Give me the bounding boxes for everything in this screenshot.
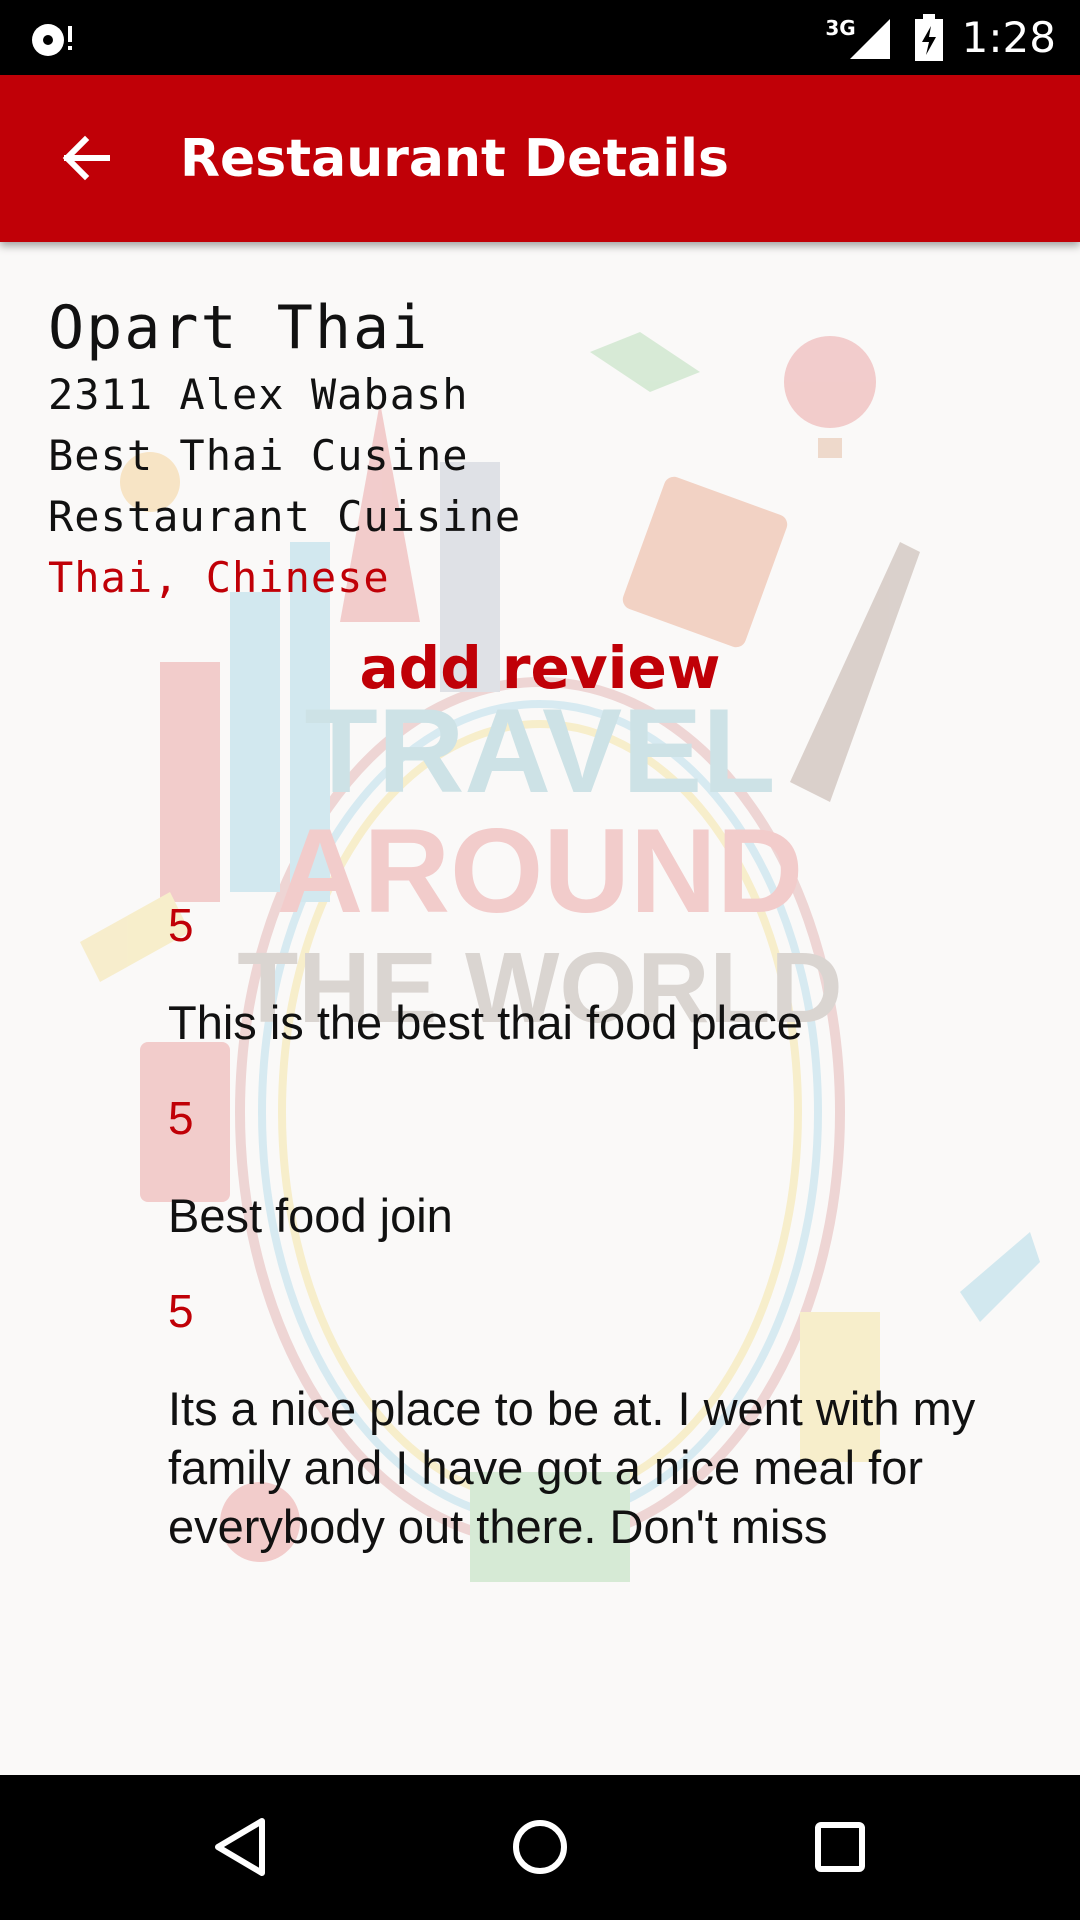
- back-button[interactable]: [40, 113, 130, 203]
- nav-back-icon: [215, 1818, 265, 1876]
- restaurant-tagline: Best Thai Cusine: [48, 431, 469, 480]
- nav-home-button[interactable]: [490, 1797, 590, 1897]
- battery-charging-icon: [914, 13, 943, 61]
- review-item: 5 This is the best thai food place: [168, 897, 1018, 1052]
- system-nav-bar: [0, 1775, 1080, 1920]
- nav-back-button[interactable]: [190, 1797, 290, 1897]
- restaurant-address: 2311 Alex Wabash: [48, 370, 469, 419]
- nav-recents-button[interactable]: [790, 1797, 890, 1897]
- review-rating: 5: [168, 1092, 194, 1144]
- notification-disc-icon: [32, 24, 72, 56]
- nav-recents-icon: [815, 1822, 865, 1872]
- nav-home-icon: [513, 1820, 567, 1874]
- cuisine-list: Thai, Chinese: [48, 553, 390, 602]
- status-bar: 3G 1:28: [0, 0, 1080, 75]
- restaurant-details-content[interactable]: TRAVEL AROUND THE WORLD Opart Thai 2311 …: [0, 242, 1080, 1775]
- review-list[interactable]: 5 This is the best thai food place 5 Bes…: [168, 897, 1018, 1594]
- review-text: Best food join: [168, 1189, 453, 1242]
- status-icons: 3G 1:28: [825, 0, 1056, 75]
- review-item: 5 Its a nice place to be at. I went with…: [168, 1283, 1018, 1556]
- arrow-back-icon: [62, 135, 110, 181]
- cuisine-label: Restaurant Cuisine: [48, 492, 522, 541]
- network-type-label: 3G: [825, 15, 856, 40]
- review-text: Its a nice place to be at. I went with m…: [168, 1382, 976, 1553]
- page-title: Restaurant Details: [180, 128, 729, 189]
- clock: 1:28: [961, 13, 1056, 62]
- restaurant-info: Opart Thai 2311 Alex Wabash Best Thai Cu…: [48, 292, 521, 608]
- review-text: This is the best thai food place: [168, 996, 803, 1049]
- review-item: 5 Best food join: [168, 1090, 1018, 1245]
- add-review-button[interactable]: add review: [0, 634, 1080, 702]
- review-rating: 5: [168, 899, 194, 951]
- svg-text:TRAVEL: TRAVEL: [304, 684, 775, 818]
- review-rating: 5: [168, 1285, 194, 1337]
- app-bar: Restaurant Details: [0, 75, 1080, 242]
- restaurant-name: Opart Thai: [48, 293, 430, 363]
